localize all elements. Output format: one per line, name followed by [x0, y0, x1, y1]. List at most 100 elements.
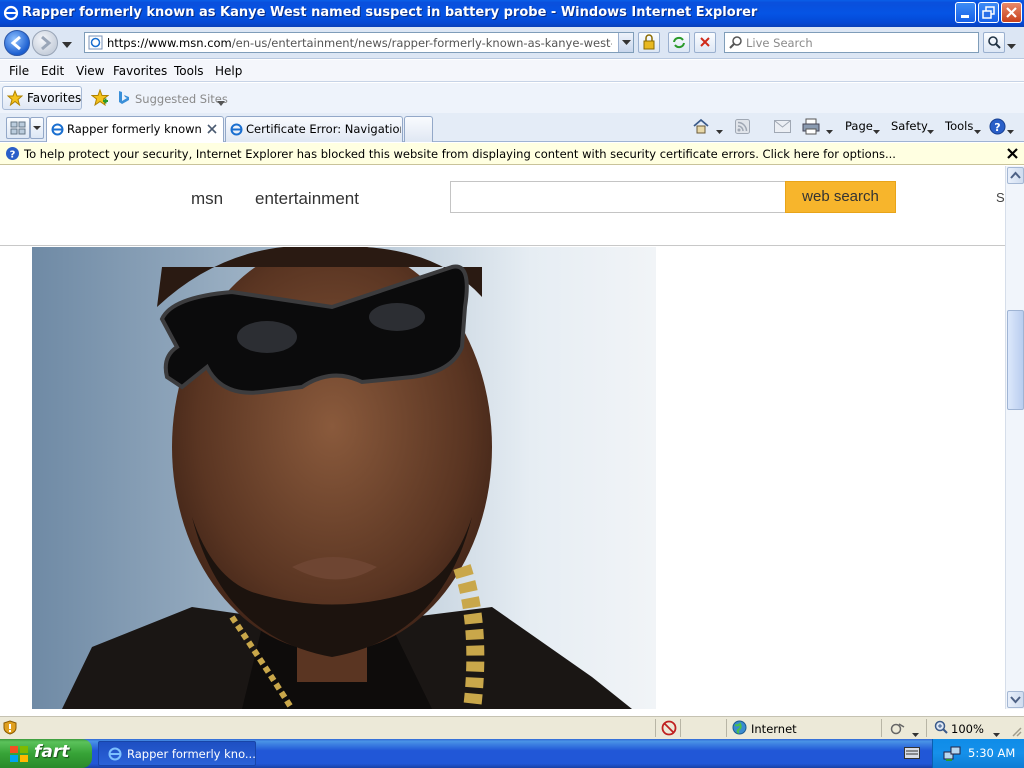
protected-mode-icon[interactable] — [890, 721, 906, 738]
favorites-bar: Favorites Suggested Sites — [0, 83, 1024, 113]
start-button[interactable]: fart — [0, 739, 92, 768]
menu-view[interactable]: View — [76, 64, 104, 78]
title-bar[interactable]: Rapper formerly known as Kanye West name… — [0, 0, 1024, 27]
new-tab-button[interactable] — [404, 116, 433, 142]
zoom-level[interactable]: 100% — [951, 722, 984, 736]
home-dropdown-icon[interactable] — [716, 124, 723, 138]
menu-bar: File Edit View Favorites Tools Help — [0, 60, 1024, 82]
blocked-content-icon[interactable] — [661, 720, 677, 739]
resize-grip-icon[interactable] — [1010, 725, 1022, 740]
star-icon — [6, 89, 24, 109]
menu-file[interactable]: File — [9, 64, 29, 78]
page-icon — [88, 35, 103, 53]
tab-list-dropdown-icon[interactable] — [30, 117, 44, 139]
scroll-up-arrow-icon[interactable] — [1007, 167, 1024, 184]
address-path: /en-us/entertainment/news/rapper-formerl… — [231, 36, 612, 50]
close-button[interactable] — [1001, 2, 1022, 23]
suggested-sites-dropdown-icon[interactable] — [217, 96, 225, 110]
suggested-sites-link[interactable]: Suggested Sites — [135, 92, 228, 106]
menu-favorites[interactable]: Favorites — [113, 64, 167, 78]
search-options-dropdown-icon[interactable] — [1007, 39, 1016, 53]
minimize-button[interactable] — [955, 2, 976, 23]
navigation-bar: https://www.msn.com/en-us/entertainment/… — [0, 27, 1024, 59]
zoom-icon[interactable] — [934, 720, 949, 738]
restore-button[interactable] — [978, 2, 999, 23]
vertical-scrollbar[interactable] — [1005, 166, 1024, 709]
tools-dropdown-icon[interactable] — [974, 124, 981, 138]
ie-logo-icon — [3, 5, 19, 21]
tab-label: Rapper formerly known a... — [67, 122, 205, 136]
windows-flag-icon — [9, 745, 29, 763]
search-input[interactable]: Live Search — [724, 32, 979, 53]
web-search-button[interactable]: web search — [785, 181, 896, 213]
safety-dropdown-icon[interactable] — [927, 124, 934, 138]
close-tab-icon[interactable] — [207, 123, 217, 137]
certificate-error-icon[interactable] — [3, 720, 17, 738]
help-dropdown-icon[interactable] — [1007, 124, 1014, 138]
recent-pages-dropdown-icon[interactable] — [62, 38, 72, 52]
help-icon[interactable]: ? — [989, 118, 1006, 138]
security-zone-label: Internet — [751, 722, 797, 736]
favorites-label: Favorites — [27, 91, 82, 105]
favorites-button[interactable]: Favorites — [2, 86, 82, 110]
information-bar[interactable]: ? To help protect your security, Interne… — [0, 143, 1024, 165]
add-to-favorites-bar-icon[interactable] — [90, 88, 110, 110]
lock-icon[interactable] — [638, 32, 660, 53]
page-content: msn entertainment web search Si — [0, 166, 1005, 709]
sign-in-link[interactable]: Si — [996, 190, 1005, 205]
address-bar[interactable]: https://www.msn.com/en-us/entertainment/… — [84, 32, 634, 53]
system-tray: 5:30 AM — [932, 739, 1024, 768]
menu-help[interactable]: Help — [215, 64, 242, 78]
print-icon[interactable] — [802, 118, 820, 138]
tab-certificate-error[interactable]: Certificate Error: Navigation ... — [225, 116, 403, 142]
section-title[interactable]: entertainment — [255, 189, 359, 209]
address-dropdown-icon[interactable] — [618, 33, 633, 52]
information-bar-message: To help protect your security, Internet … — [24, 147, 896, 161]
search-icon — [728, 35, 743, 53]
tab-label: Certificate Error: Navigation ... — [246, 122, 401, 136]
stop-icon[interactable] — [694, 32, 716, 53]
menu-tools[interactable]: Tools — [174, 64, 204, 78]
safety-menu-button[interactable]: Safety — [891, 119, 928, 133]
keyboard-icon[interactable] — [904, 747, 920, 762]
read-mail-icon[interactable] — [774, 120, 791, 136]
article-photo — [32, 247, 656, 709]
forward-button[interactable] — [32, 30, 58, 56]
taskbar-item-internet-explorer[interactable]: Rapper formerly kno... — [98, 741, 256, 766]
address-host: www.msn.com — [148, 36, 232, 50]
shield-info-icon: ? — [5, 146, 20, 164]
svg-text:?: ? — [10, 150, 16, 161]
print-dropdown-icon[interactable] — [826, 124, 833, 138]
home-icon[interactable] — [692, 118, 710, 138]
svg-text:?: ? — [994, 121, 1000, 134]
refresh-icon[interactable] — [668, 32, 690, 53]
ie-taskbar-icon — [107, 746, 123, 762]
taskbar: fart Rapper formerly kno... 5:30 AM — [0, 739, 1024, 768]
close-infobar-icon[interactable] — [1007, 148, 1018, 162]
back-button[interactable] — [4, 30, 30, 56]
search-placeholder: Live Search — [746, 36, 813, 50]
address-url: https://www.msn.com/en-us/entertainment/… — [107, 36, 612, 50]
network-icon[interactable] — [943, 745, 961, 765]
internet-zone-icon — [732, 720, 747, 738]
search-button[interactable] — [983, 32, 1005, 53]
scroll-down-arrow-icon[interactable] — [1007, 691, 1024, 708]
page-menu-button[interactable]: Page — [845, 119, 873, 133]
web-search-input[interactable] — [450, 181, 786, 213]
taskbar-item-label: Rapper formerly kno... — [127, 747, 256, 761]
msn-logo[interactable]: msn — [191, 189, 223, 209]
quick-tabs-button[interactable] — [6, 117, 30, 139]
window-title: Rapper formerly known as Kanye West name… — [22, 5, 758, 20]
bing-icon — [117, 90, 131, 109]
clock[interactable]: 5:30 AM — [968, 746, 1015, 760]
ie-page-icon — [229, 122, 244, 140]
tab-rapper-article[interactable]: Rapper formerly known a... — [46, 116, 224, 142]
feeds-icon[interactable] — [735, 119, 750, 137]
menu-edit[interactable]: Edit — [41, 64, 64, 78]
page-dropdown-icon[interactable] — [873, 124, 880, 138]
start-label: fart — [34, 742, 70, 762]
tools-menu-button[interactable]: Tools — [945, 119, 973, 133]
status-bar: Internet 100% — [0, 716, 1024, 739]
scroll-thumb[interactable] — [1007, 310, 1024, 410]
ie-page-icon — [50, 122, 65, 140]
